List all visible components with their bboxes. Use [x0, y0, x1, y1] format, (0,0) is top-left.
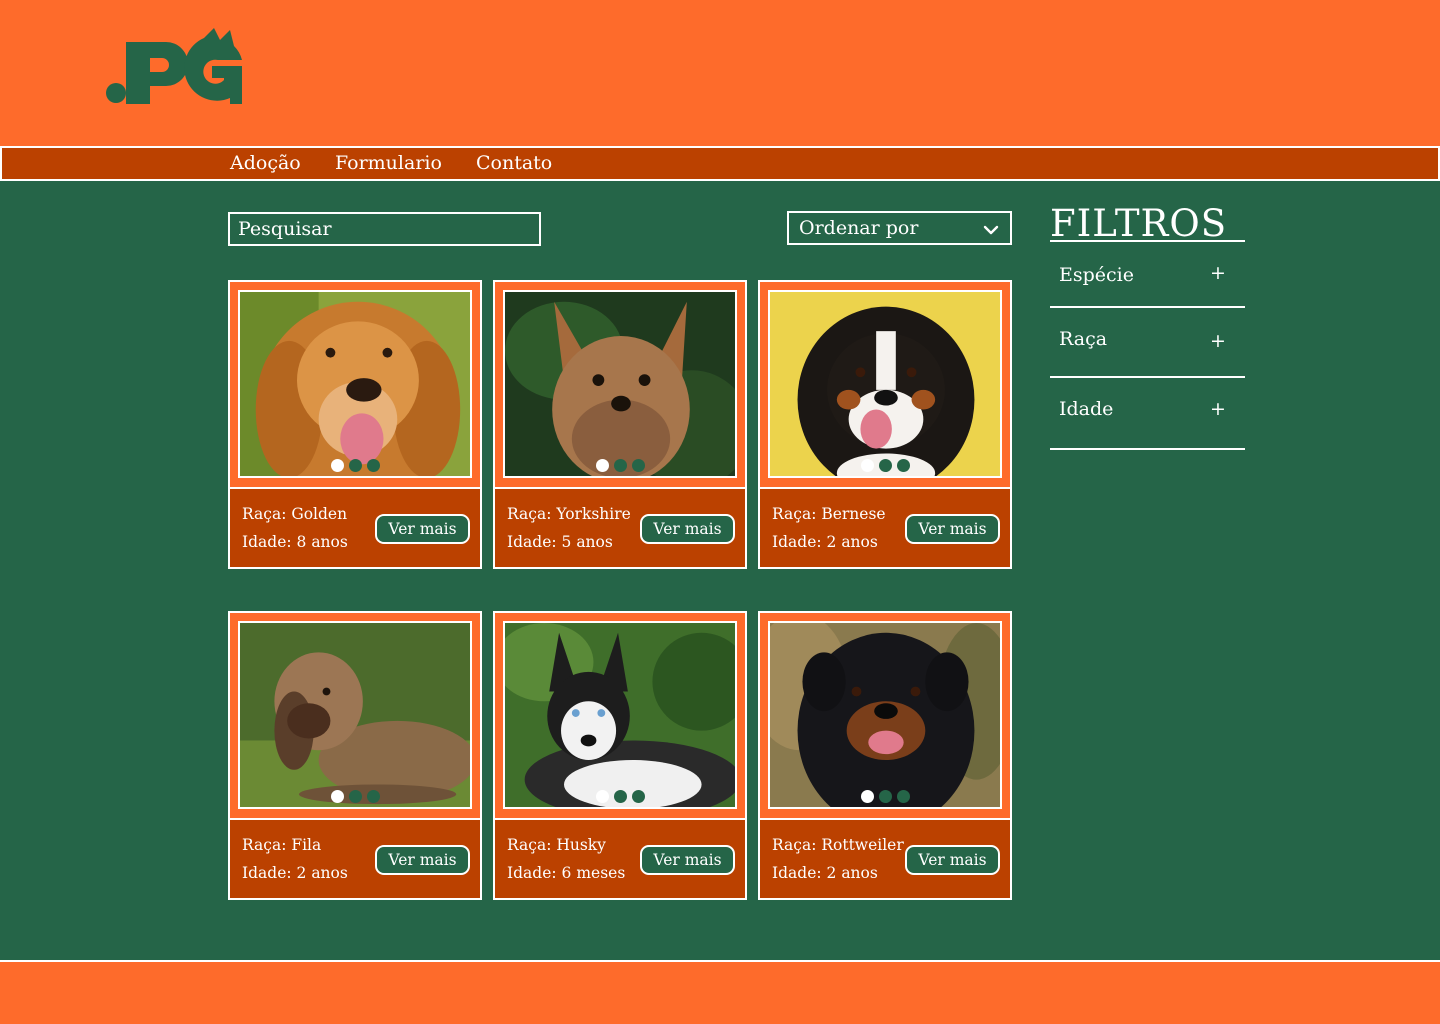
pet-info: Raça: Golden Idade: 8 anos Ver mais: [228, 487, 482, 569]
pet-breed: Raça: Golden: [242, 505, 348, 523]
carousel-dot[interactable]: [631, 459, 645, 472]
sort-dropdown[interactable]: Ordenar por: [787, 211, 1012, 245]
site-footer: [0, 960, 1440, 1024]
pet-photo[interactable]: [768, 621, 1002, 809]
plus-icon[interactable]: +: [1210, 262, 1226, 284]
carousel-dots: [240, 790, 470, 803]
search-input[interactable]: [228, 212, 541, 246]
carousel-dots: [770, 459, 1000, 472]
divider: [1050, 448, 1245, 450]
carousel-dot[interactable]: [878, 459, 892, 472]
filter-label: Idade: [1059, 398, 1114, 420]
carousel-dots: [770, 790, 1000, 803]
pet-breed: Raça: Bernese: [772, 505, 886, 523]
carousel-dot[interactable]: [348, 790, 362, 803]
pet-info: Raça: Bernese Idade: 2 anos Ver mais: [758, 487, 1012, 569]
filter-raca[interactable]: Raça +: [1050, 328, 1245, 376]
pet-age: Idade: 6 meses: [507, 864, 626, 882]
ver-mais-button[interactable]: Ver mais: [375, 845, 470, 875]
ver-mais-button[interactable]: Ver mais: [905, 845, 1000, 875]
site-header: [0, 0, 1440, 146]
pet-age: Idade: 2 anos: [242, 864, 348, 882]
carousel-dots: [505, 459, 735, 472]
filters-title: FILTROS: [1050, 202, 1228, 245]
carousel-dot[interactable]: [330, 459, 344, 472]
carousel-dot[interactable]: [366, 459, 380, 472]
pet-age: Idade: 2 anos: [772, 864, 878, 882]
carousel-dot[interactable]: [896, 790, 910, 803]
pet-age: Idade: 2 anos: [772, 533, 878, 551]
nav-item-formulario[interactable]: Formulario: [335, 152, 442, 174]
carousel-dots: [505, 790, 735, 803]
logo[interactable]: [104, 28, 246, 108]
pet-card: Raça: Husky Idade: 6 meses Ver mais: [493, 611, 747, 900]
filter-label: Espécie: [1059, 264, 1134, 286]
pet-card: Raça: Bernese Idade: 2 anos Ver mais: [758, 280, 1012, 569]
carousel-dot[interactable]: [366, 790, 380, 803]
carousel-dot[interactable]: [330, 790, 344, 803]
carousel-dot[interactable]: [878, 790, 892, 803]
pet-info: Raça: Husky Idade: 6 meses Ver mais: [493, 818, 747, 900]
main-nav: Adoção Formulario Contato: [0, 146, 1440, 181]
carousel-dot[interactable]: [348, 459, 362, 472]
pet-photo[interactable]: [503, 621, 737, 809]
pet-card: Raça: Golden Idade: 8 anos Ver mais: [228, 280, 482, 569]
pet-breed: Raça: Rottweiler: [772, 836, 904, 854]
filter-idade[interactable]: Idade +: [1050, 398, 1245, 448]
carousel-dot[interactable]: [896, 459, 910, 472]
ver-mais-button[interactable]: Ver mais: [640, 514, 735, 544]
plus-icon[interactable]: +: [1210, 330, 1226, 352]
pet-breed: Raça: Yorkshire: [507, 505, 631, 523]
carousel-dot[interactable]: [860, 790, 874, 803]
pet-photo[interactable]: [503, 290, 737, 478]
pet-card: Raça: Yorkshire Idade: 5 anos Ver mais: [493, 280, 747, 569]
divider: [1050, 376, 1245, 378]
pet-card: Raça: Rottweiler Idade: 2 anos Ver mais: [758, 611, 1012, 900]
ver-mais-button[interactable]: Ver mais: [375, 514, 470, 544]
nav-item-adocao[interactable]: Adoção: [230, 152, 301, 174]
pet-age: Idade: 5 anos: [507, 533, 613, 551]
plus-icon[interactable]: +: [1210, 398, 1226, 420]
nav-item-contato[interactable]: Contato: [476, 152, 552, 174]
pet-info: Raça: Yorkshire Idade: 5 anos Ver mais: [493, 487, 747, 569]
filter-especie[interactable]: Espécie +: [1050, 262, 1245, 306]
carousel-dot[interactable]: [595, 790, 609, 803]
pet-breed: Raça: Fila: [242, 836, 322, 854]
pet-info: Raça: Rottweiler Idade: 2 anos Ver mais: [758, 818, 1012, 900]
filter-label: Raça: [1059, 328, 1108, 350]
pet-info: Raça: Fila Idade: 2 anos Ver mais: [228, 818, 482, 900]
carousel-dot[interactable]: [631, 790, 645, 803]
carousel-dot[interactable]: [595, 459, 609, 472]
pet-photo[interactable]: [238, 621, 472, 809]
chevron-down-icon: [983, 225, 999, 235]
carousel-dot[interactable]: [613, 459, 627, 472]
filters-title-underline: [1050, 240, 1245, 242]
pet-photo[interactable]: [768, 290, 1002, 478]
pet-age: Idade: 8 anos: [242, 533, 348, 551]
carousel-dot[interactable]: [613, 790, 627, 803]
pet-photo[interactable]: [238, 290, 472, 478]
pet-card: Raça: Fila Idade: 2 anos Ver mais: [228, 611, 482, 900]
sort-label: Ordenar por: [799, 217, 919, 239]
carousel-dot[interactable]: [860, 459, 874, 472]
divider: [1050, 306, 1245, 308]
ver-mais-button[interactable]: Ver mais: [640, 845, 735, 875]
carousel-dots: [240, 459, 470, 472]
pet-breed: Raça: Husky: [507, 836, 606, 854]
ver-mais-button[interactable]: Ver mais: [905, 514, 1000, 544]
